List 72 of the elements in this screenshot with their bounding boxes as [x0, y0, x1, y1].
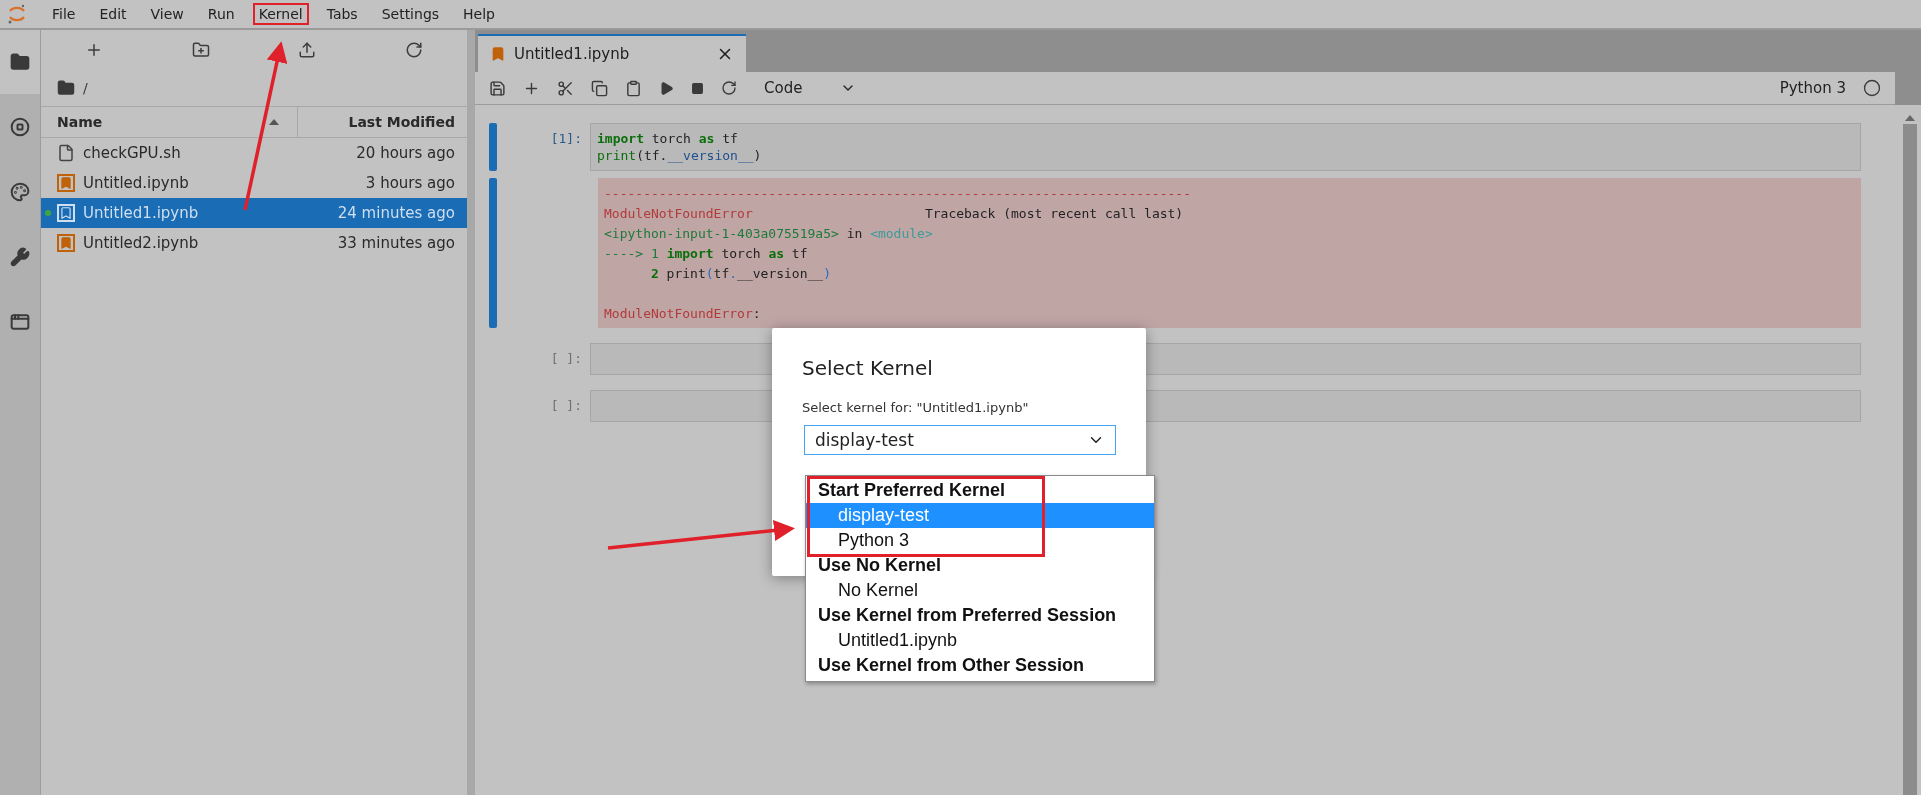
scroll-up-icon[interactable] — [1905, 115, 1915, 121]
modified-time: 20 hours ago — [356, 144, 455, 162]
file-row[interactable]: checkGPU.sh 20 hours ago — [41, 138, 467, 168]
dialog-title: Select Kernel — [802, 356, 934, 380]
output-line: ModuleNotFoundError: — [604, 305, 762, 323]
modified-time: 24 minutes ago — [337, 204, 455, 222]
kernel-name[interactable]: Python 3 — [1779, 79, 1846, 97]
cell-type-dropdown[interactable]: Code — [764, 79, 856, 97]
wrench-icon[interactable] — [10, 246, 30, 267]
file-name: Untitled1.ipynb — [83, 204, 199, 222]
upload-icon[interactable] — [298, 41, 317, 59]
menu-item[interactable]: Kernel — [252, 3, 309, 25]
copy-icon[interactable] — [591, 79, 608, 97]
kernel-option[interactable]: Python 3 — [806, 528, 1154, 553]
sort-icon — [269, 119, 279, 125]
notebook-icon — [490, 46, 506, 62]
output-line: ----> 1 import torch as tf — [604, 245, 809, 263]
stop-icon[interactable] — [691, 81, 704, 95]
cell-prompt: [ ]: — [549, 350, 583, 366]
notebook-icon — [57, 234, 75, 252]
file-row[interactable]: Untitled.ipynb 3 hours ago — [41, 168, 467, 198]
menu-item[interactable]: View — [144, 3, 190, 25]
palette-icon[interactable] — [10, 181, 30, 202]
restart-icon[interactable] — [721, 80, 737, 96]
logo-icon — [6, 3, 28, 25]
dialog-label: Select kernel for: "Untitled1.ipynb" — [802, 400, 1030, 415]
kernel-option[interactable]: No Kernel — [806, 578, 1154, 603]
menu-item[interactable]: Help — [457, 3, 501, 25]
column-header[interactable]: Name — [41, 107, 297, 137]
notebook-tab[interactable]: Untitled1.ipynb — [478, 34, 746, 72]
option-group-header: Use Kernel from Other Session — [817, 654, 1086, 677]
new-folder-icon[interactable] — [191, 41, 210, 59]
code-cell-input[interactable]: import torch as tf print(tf.__version__) — [590, 123, 1861, 171]
run-icon[interactable] — [659, 80, 674, 96]
paste-icon[interactable] — [625, 79, 642, 97]
file-row[interactable]: Untitled1.ipynb 24 minutes ago — [41, 198, 467, 228]
output-line: ModuleNotFoundError Traceback (most recent call last) — [604, 205, 1185, 223]
notebook-icon — [57, 204, 75, 222]
code-line: import torch as tf — [597, 130, 739, 147]
stop-icon[interactable] — [10, 116, 30, 137]
file-name: checkGPU.sh — [83, 144, 181, 162]
cell-prompt: [ ]: — [549, 397, 583, 413]
scrollbar-thumb[interactable] — [1903, 124, 1917, 795]
modified-time: 33 minutes ago — [337, 234, 455, 252]
menu-item[interactable]: Run — [201, 3, 241, 25]
kernel-option[interactable]: Untitled1.ipynb — [806, 628, 1154, 653]
file-icon — [57, 144, 75, 162]
menu-item[interactable]: Edit — [93, 3, 133, 25]
option-group-header: Use Kernel from Preferred Session — [817, 604, 1118, 627]
menu-item[interactable]: Settings — [375, 3, 446, 25]
modified-time: 3 hours ago — [365, 174, 455, 192]
folder-icon[interactable] — [57, 79, 75, 97]
tabs-icon[interactable] — [10, 311, 30, 332]
output-line: --------------------------------------------------------------------------- — [604, 185, 1192, 203]
option-group-header: Start Preferred Kernel — [817, 479, 1007, 502]
output-line: 2 print(tf.__version__) — [649, 265, 832, 283]
menu-item[interactable]: File — [46, 3, 82, 25]
save-icon[interactable] — [489, 79, 506, 97]
file-name: Untitled.ipynb — [83, 174, 189, 192]
file-name: Untitled2.ipynb — [83, 234, 199, 252]
output-line: <ipython-input-1-403a075519a5> in <module> — [604, 225, 934, 243]
notebook-icon — [57, 174, 75, 192]
folder-icon[interactable] — [10, 52, 30, 72]
menu-item[interactable]: Tabs — [320, 3, 364, 25]
code-line: print(tf.__version__) — [597, 147, 763, 164]
cell-prompt: [1]: — [549, 130, 583, 146]
cut-icon[interactable] — [557, 79, 574, 97]
kernel-select[interactable]: display-test — [804, 425, 1116, 455]
refresh-icon[interactable] — [404, 41, 423, 59]
option-group-header: Use No Kernel — [817, 554, 943, 577]
breadcrumb-path[interactable]: / — [83, 80, 88, 96]
file-row[interactable]: Untitled2.ipynb 33 minutes ago — [41, 228, 467, 258]
